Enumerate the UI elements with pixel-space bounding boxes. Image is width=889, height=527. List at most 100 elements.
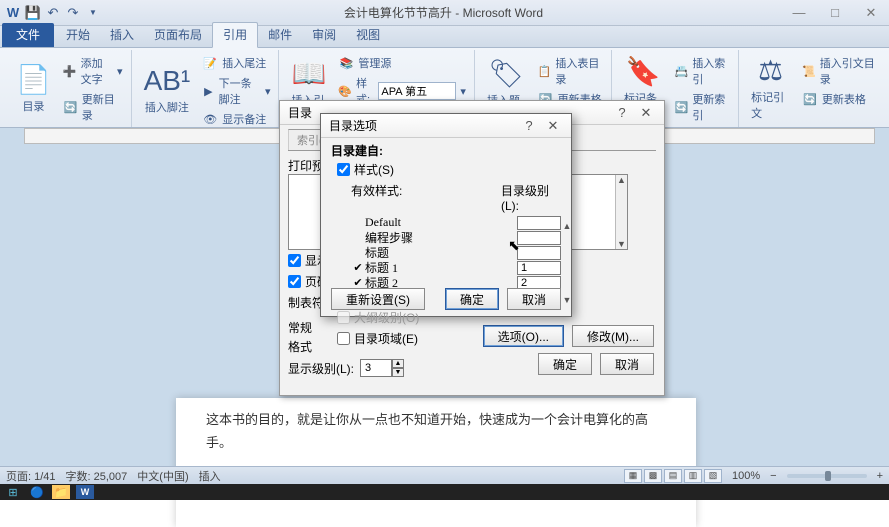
insert-endnote-button[interactable]: 📝插入尾注 — [200, 54, 272, 72]
insert-footnote-button[interactable]: AB¹插入脚注 — [138, 52, 197, 128]
explorer-icon[interactable]: 📁 — [52, 485, 70, 499]
tab-home[interactable]: 开始 — [56, 23, 100, 47]
dialog-options-titlebar[interactable]: 目录选项 ? ✕ — [321, 114, 571, 138]
tab-references[interactable]: 引用 — [212, 22, 258, 48]
scroll-down-icon[interactable]: ▼ — [563, 295, 572, 305]
word-icon: W — [4, 4, 22, 22]
tab-insert[interactable]: 插入 — [100, 23, 144, 47]
level-input[interactable] — [517, 231, 561, 245]
style-row: ✔标题 1 — [351, 260, 561, 275]
style-input[interactable] — [378, 82, 456, 100]
mark-citation-button[interactable]: ⚖标记引文 — [745, 52, 796, 123]
view-print-icon[interactable]: ▦ — [624, 469, 642, 483]
style-row: 标题 — [351, 245, 561, 260]
minimize-button[interactable]: — — [785, 3, 813, 23]
scroll-up-icon[interactable]: ▲ — [563, 221, 572, 231]
outline-checkbox — [337, 311, 350, 324]
tab-file[interactable]: 文件 — [2, 23, 54, 47]
caption-icon: 🏷 — [489, 57, 525, 90]
dialog-options-close-icon[interactable]: ✕ — [541, 118, 565, 134]
align-page-numbers-checkbox[interactable] — [288, 275, 301, 288]
tab-mailings[interactable]: 邮件 — [258, 23, 302, 47]
mark-cite-icon: ⚖ — [758, 54, 783, 87]
zoom-thumb-icon[interactable] — [825, 471, 831, 481]
update-icon: 🔄 — [63, 101, 78, 114]
add-text-button[interactable]: ➕添加文字 ▾ — [61, 54, 125, 88]
undo-icon[interactable]: ↶ — [44, 4, 62, 22]
status-mode[interactable]: 插入 — [199, 468, 221, 484]
toc-button[interactable]: 📄目录 — [10, 52, 57, 124]
status-lang[interactable]: 中文(中国) — [137, 468, 188, 484]
style-list-scrollbar[interactable]: ▲▼ — [561, 221, 573, 305]
close-button[interactable]: ✕ — [857, 3, 885, 23]
entry-fields-checkbox[interactable] — [337, 332, 350, 345]
next-footnote-button[interactable]: ▶下一条脚注 ▾ — [200, 74, 272, 108]
show-notes-button[interactable]: 👁显示备注 — [200, 110, 272, 128]
insert-table-figures-button[interactable]: 📋插入表目录 — [536, 54, 605, 88]
scroll-up-icon[interactable]: ▲ — [617, 175, 626, 185]
dialog-options-help-icon[interactable]: ? — [517, 118, 541, 133]
valid-styles-label: 有效样式: — [351, 182, 501, 213]
preview-scrollbar[interactable]: ▲▼ — [615, 175, 627, 249]
levels-input[interactable] — [360, 359, 392, 377]
styles-checkbox[interactable] — [337, 163, 350, 176]
toc-icon: 📄 — [16, 63, 51, 96]
dialog-toc-help-icon[interactable]: ? — [610, 105, 634, 120]
chrome-icon[interactable]: 🔵 — [28, 485, 46, 499]
update-auth-icon: 🔄 — [802, 93, 818, 106]
show-page-numbers-checkbox[interactable] — [288, 254, 301, 267]
style-name: Default — [365, 215, 517, 230]
options-ok-button[interactable]: 确定 — [445, 288, 499, 310]
tab-review[interactable]: 审阅 — [302, 23, 346, 47]
update-toc-button[interactable]: 🔄更新目录 — [61, 90, 125, 124]
insert-index-button[interactable]: 📇插入索引 — [673, 54, 733, 88]
modify-button[interactable]: 修改(M)... — [572, 325, 654, 347]
update-index-button[interactable]: 🔄更新索引 — [673, 90, 733, 124]
save-icon[interactable]: 💾 — [24, 4, 42, 22]
reset-button[interactable]: 重新设置(S) — [331, 288, 425, 310]
dialog-toc-close-icon[interactable]: ✕ — [634, 105, 658, 121]
tab-view[interactable]: 视图 — [346, 23, 390, 47]
update-authorities-button[interactable]: 🔄更新表格 — [800, 90, 879, 108]
page[interactable]: 这本书的目的，就是让你从一点也不知道开始，快速成为一个会计电算化的高手。 ▪1-… — [176, 398, 696, 527]
view-web-icon[interactable]: ▤ — [664, 469, 682, 483]
dialog-options-title: 目录选项 — [329, 117, 517, 134]
style-row: 编程步骤 — [351, 230, 561, 245]
manage-sources-button[interactable]: 📚管理源 — [336, 54, 468, 72]
start-icon[interactable]: ⊞ — [4, 485, 22, 499]
word-taskbar-icon[interactable]: W — [76, 485, 94, 499]
maximize-button[interactable]: □ — [821, 3, 849, 23]
styles-label: 样式(S) — [354, 161, 394, 178]
spin-down-icon[interactable]: ▼ — [392, 368, 404, 377]
redo-icon[interactable]: ↷ — [64, 4, 82, 22]
level-input[interactable] — [517, 246, 561, 260]
options-cancel-button[interactable]: 取消 — [507, 288, 561, 310]
levels-spinner[interactable]: ▲▼ — [360, 359, 404, 377]
toc-ok-button[interactable]: 确定 — [538, 353, 592, 375]
spin-up-icon[interactable]: ▲ — [392, 359, 404, 368]
paragraph: 这本书的目的，就是让你从一点也不知道开始，快速成为一个会计电算化的高手。 — [206, 408, 666, 455]
zoom-out-icon[interactable]: − — [770, 470, 776, 482]
entry-fields-label: 目录项域(E) — [354, 330, 418, 347]
status-page[interactable]: 页面: 1/41 — [6, 468, 56, 484]
view-fullscreen-icon[interactable]: ▩ — [644, 469, 662, 483]
zoom-level[interactable]: 100% — [732, 470, 760, 482]
level-input[interactable] — [517, 216, 561, 230]
group-authorities: ⚖标记引文 📜插入引文目录 🔄更新表格 — [739, 50, 885, 127]
window-title: 会计电算化节节高升 - Microsoft Word — [102, 4, 785, 21]
view-draft-icon[interactable]: ▧ — [704, 469, 722, 483]
taskbar: ⊞ 🔵 📁 W — [0, 484, 889, 500]
scroll-down-icon[interactable]: ▼ — [617, 239, 626, 249]
toc-cancel-button[interactable]: 取消 — [600, 353, 654, 375]
insert-authorities-button[interactable]: 📜插入引文目录 — [800, 54, 879, 88]
view-outline-icon[interactable]: ▥ — [684, 469, 702, 483]
zoom-in-icon[interactable]: + — [877, 470, 883, 482]
tab-layout[interactable]: 页面布局 — [144, 23, 212, 47]
mark-icon: 🔖 — [626, 55, 661, 88]
zoom-slider[interactable] — [787, 474, 867, 478]
qat-dropdown-icon[interactable]: ▼ — [84, 4, 102, 22]
group-footnotes: AB¹插入脚注 📝插入尾注 ▶下一条脚注 ▾ 👁显示备注 脚注 — [132, 50, 280, 127]
level-input[interactable] — [517, 261, 561, 275]
manage-icon: 📚 — [338, 57, 354, 70]
status-words[interactable]: 字数: 25,007 — [66, 468, 128, 484]
